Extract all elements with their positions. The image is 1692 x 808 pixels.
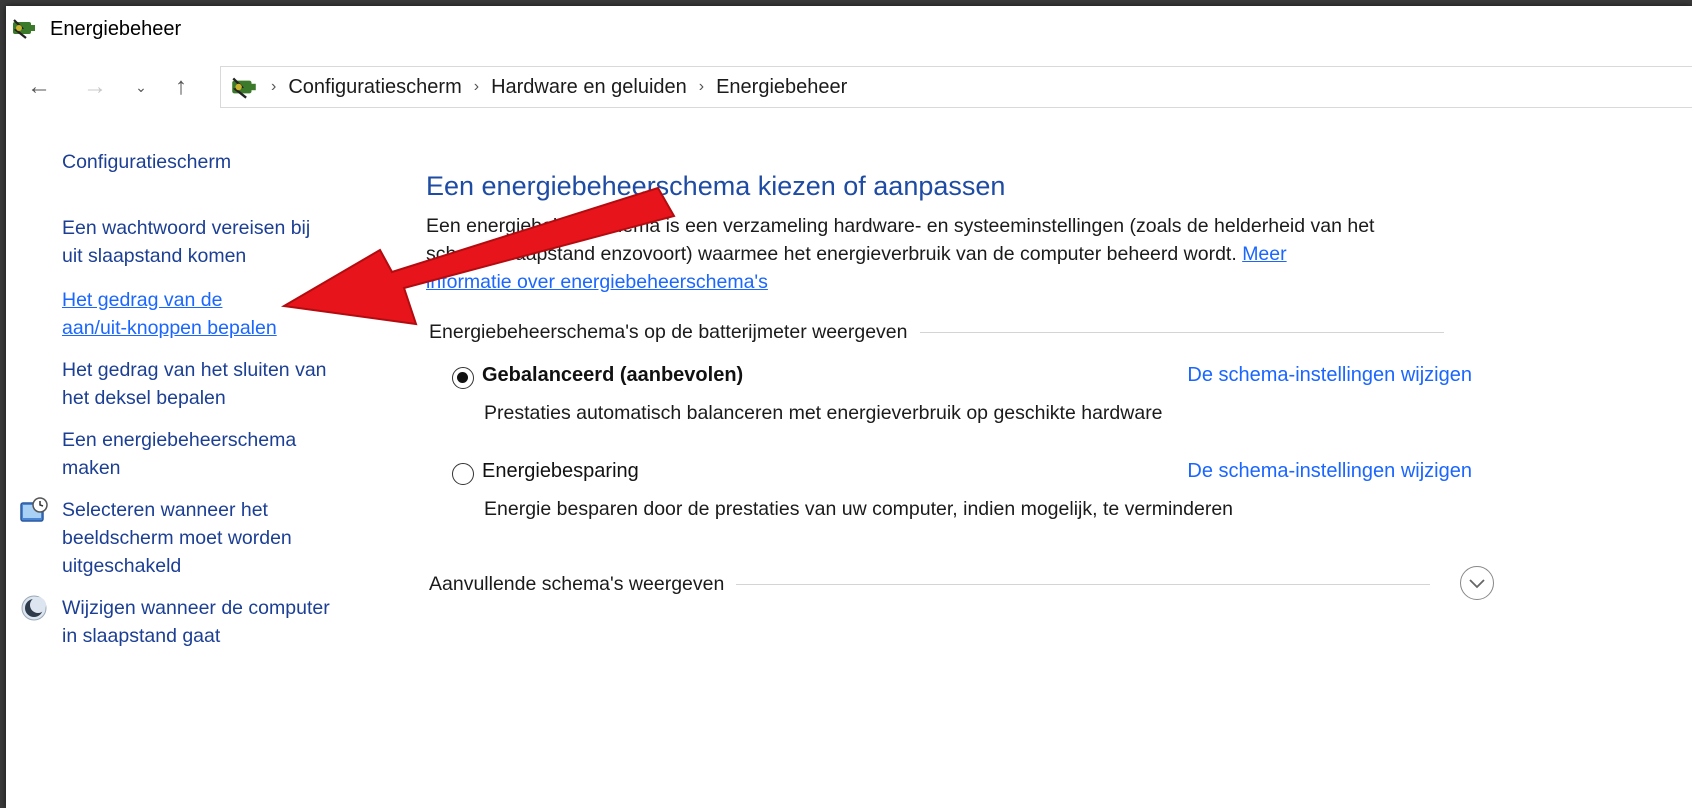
description-line: scherm, slaapstand enzovoort) waarmee he… [426,243,1237,265]
breadcrumb-separator-icon[interactable]: › [699,78,704,96]
sidebar-item-label: Een energiebeheerschema [62,429,297,451]
plan-name[interactable]: Energiebesparing [482,460,639,483]
sidebar-item-label: uit slaapstand komen [62,245,247,267]
up-button[interactable]: ↑ [164,66,198,108]
sidebar-item-password[interactable]: Een wachtwoord vereisen bij uit slaapsta… [62,214,382,270]
chevron-down-icon: ⌄ [135,78,147,95]
back-button[interactable]: ← [22,66,56,108]
power-options-icon [13,19,35,39]
section-divider [919,331,1444,333]
back-arrow-icon: ← [27,73,51,100]
sidebar-item-label: het deksel bepalen [62,387,226,409]
sidebar-item-label: Het gedrag van de [62,289,223,311]
additional-plans-header[interactable]: Aanvullende schema's weergeven [429,570,1431,598]
display-clock-icon [20,497,48,522]
radio-balanced[interactable] [452,367,474,389]
breadcrumb-configuratiescherm[interactable]: Configuratiescherm [288,76,461,99]
sidebar-item-label: in slaapstand gaat [62,625,221,647]
sidebar-item-power-buttons[interactable]: Het gedrag van de aan/uit-knoppen bepale… [62,286,382,342]
section-divider [736,583,1431,585]
sidebar-item-label: aan/uit-knoppen bepalen [62,317,277,339]
plan-description: Prestaties automatisch balanceren met en… [484,402,1163,424]
recent-locations-button[interactable]: ⌄ [124,66,158,108]
plan-balanced[interactable]: Gebalanceerd (aanbevolen) De schema-inst… [452,364,1472,394]
sidebar-item-label: beeldscherm moet worden [62,527,292,549]
change-plan-settings-link[interactable]: De schema-instellingen wijzigen [1187,460,1472,483]
sidebar-item-label: Wijzigen wanneer de computer [62,597,330,619]
sidebar-item-display-off[interactable]: Selecteren wanneer het beeldscherm moet … [62,496,382,580]
plan-name[interactable]: Gebalanceerd (aanbevolen) [482,364,743,387]
breadcrumb-separator-icon[interactable]: › [271,78,276,96]
moon-sleep-icon [21,595,47,621]
section-label: Energiebeheerschema's op de batterijmete… [429,320,908,343]
sidebar-item-label: uitgeschakeld [62,555,182,577]
expand-button[interactable] [1460,566,1494,600]
navigation-bar: ← → ⌄ ↑ › Configuratiescherm › Hardware … [6,66,1692,108]
more-info-link[interactable]: informatie over energiebeheerschema's [426,271,768,293]
sidebar-item-label: maken [62,457,121,479]
forward-arrow-icon: → [83,73,107,100]
breadcrumb-separator-icon[interactable]: › [474,78,479,96]
sidebar-item-sleep[interactable]: Wijzigen wanneer de computer in slaapsta… [62,594,382,650]
sidebar-item-create-plan[interactable]: Een energiebeheerschema maken [62,426,382,482]
plan-power-saver[interactable]: Energiebesparing De schema-instellingen … [452,460,1472,490]
address-bar[interactable]: › Configuratiescherm › Hardware en gelui… [220,66,1692,108]
description-line: Een energiebeheerschema is een verzameli… [426,215,1375,237]
page-description: Een energiebeheerschema is een verzameli… [426,212,1506,296]
breadcrumb-energiebeheer[interactable]: Energiebeheer [716,76,847,99]
radio-power-saver[interactable] [452,463,474,485]
sidebar-item-label: Het gedrag van het sluiten van [62,359,327,381]
page-title: Een energiebeheerschema kiezen of aanpas… [426,171,1006,201]
sidebar-item-lid[interactable]: Het gedrag van het sluiten van het dekse… [62,356,382,412]
battery-meter-section-header: Energiebeheerschema's op de batterijmete… [429,318,1444,346]
plan-description: Energie besparen door de prestaties van … [484,498,1234,520]
title-bar: Energiebeheer [6,6,1692,46]
forward-button[interactable]: → [78,66,112,108]
section-label: Aanvullende schema's weergeven [429,572,725,595]
up-arrow-icon: ↑ [175,73,187,100]
chevron-down-icon [1469,579,1485,589]
power-options-icon [232,77,256,99]
more-info-link[interactable]: Meer [1242,243,1286,265]
change-plan-settings-link[interactable]: De schema-instellingen wijzigen [1187,364,1472,387]
sidebar-home-link[interactable]: Configuratiescherm [62,148,382,176]
control-panel-window: Energiebeheer ← → ⌄ ↑ › Configuratiesche… [6,6,1692,808]
sidebar-item-label: Selecteren wanneer het [62,499,268,521]
window-title: Energiebeheer [50,18,182,40]
sidebar-item-label: Een wachtwoord vereisen bij [62,217,311,239]
breadcrumb-hardware[interactable]: Hardware en geluiden [491,76,687,99]
